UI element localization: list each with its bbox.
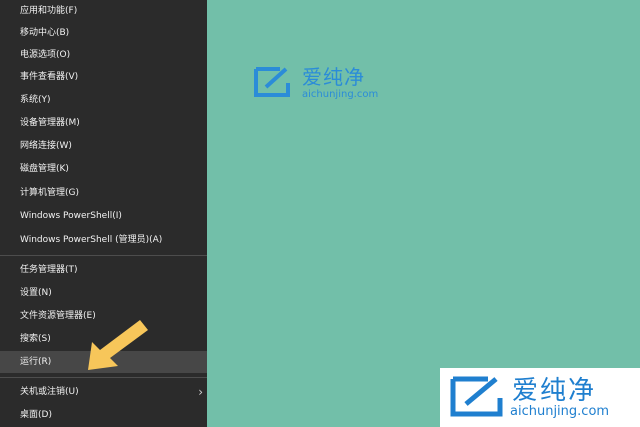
menu-item-label: 搜索(S) (20, 334, 51, 344)
menu-item-label: 电源选项(O) (20, 50, 71, 60)
menu-item-label: 磁盘管理(K) (20, 164, 69, 174)
menu-item-computer-management[interactable]: 计算机管理(G) (0, 182, 207, 204)
menu-item-system[interactable]: 系统(Y) (0, 89, 207, 111)
watermark-bottom: 爱纯净 aichunjing.com (440, 368, 640, 427)
menu-item-disk-management[interactable]: 磁盘管理(K) (0, 158, 207, 180)
watermark-brand-cn: 爱纯净 (302, 65, 365, 89)
watermark-top: 爱纯净 aichunjing.com (252, 63, 402, 105)
menu-item-device-manager[interactable]: 设备管理器(M) (0, 112, 207, 134)
chevron-right-icon: › (198, 385, 203, 399)
menu-item-power-options[interactable]: 电源选项(O) (0, 44, 207, 66)
menu-item-label: Windows PowerShell (管理员)(A) (20, 235, 163, 245)
pointer-arrow-icon (88, 320, 148, 370)
menu-item-task-manager[interactable]: 任务管理器(T) (0, 259, 207, 281)
brand-logo-icon (450, 376, 503, 417)
menu-separator (0, 255, 207, 256)
watermark-brand-url: aichunjing.com (302, 89, 379, 100)
watermark-brand-url: aichunjing.com (510, 404, 610, 419)
brand-logo-icon (254, 67, 290, 97)
menu-item-label: 设备管理器(M) (20, 118, 80, 128)
menu-item-label: 系统(Y) (20, 95, 51, 105)
menu-item-label: 桌面(D) (20, 410, 52, 420)
menu-item-label: 应用和功能(F) (20, 6, 78, 16)
menu-item-label: 计算机管理(G) (20, 188, 79, 198)
menu-item-mobility-center[interactable]: 移动中心(B) (0, 22, 207, 44)
menu-item-label: Windows PowerShell(I) (20, 211, 122, 221)
menu-item-desktop[interactable]: 桌面(D) (0, 404, 207, 426)
menu-item-label: 关机或注销(U) (20, 387, 79, 397)
menu-item-network-connections[interactable]: 网络连接(W) (0, 135, 207, 157)
menu-separator (0, 377, 207, 378)
menu-item-label: 设置(N) (20, 288, 52, 298)
menu-item-apps-features[interactable]: 应用和功能(F) (0, 0, 207, 22)
menu-item-event-viewer[interactable]: 事件查看器(V) (0, 66, 207, 88)
watermark-brand-cn: 爱纯净 (512, 376, 597, 406)
menu-item-powershell-admin[interactable]: Windows PowerShell (管理员)(A) (0, 229, 207, 251)
menu-item-label: 任务管理器(T) (20, 265, 78, 275)
menu-item-label: 网络连接(W) (20, 141, 72, 151)
menu-item-label: 运行(R) (20, 357, 52, 367)
menu-item-powershell[interactable]: Windows PowerShell(I) (0, 205, 207, 227)
menu-item-shutdown-signout[interactable]: 关机或注销(U) › (0, 381, 207, 403)
menu-item-settings[interactable]: 设置(N) (0, 282, 207, 304)
menu-item-label: 移动中心(B) (20, 28, 70, 38)
menu-item-label: 事件查看器(V) (20, 72, 79, 82)
